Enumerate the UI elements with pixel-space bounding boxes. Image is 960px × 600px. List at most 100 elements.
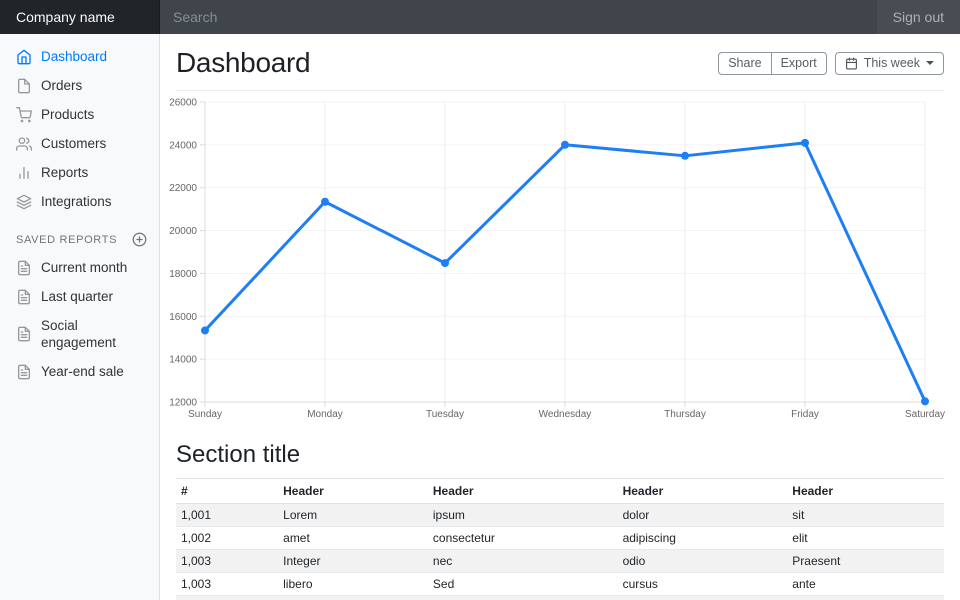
data-table: #HeaderHeaderHeaderHeader 1,001Loremipsu…: [176, 478, 944, 600]
table-cell: adipiscing: [618, 527, 788, 550]
table-cell: sit: [787, 504, 944, 527]
nav-label: Orders: [41, 77, 82, 94]
chart-point: [441, 259, 449, 267]
x-axis-label: Wednesday: [539, 409, 592, 420]
page-header: Dashboard Share Export This week: [176, 34, 944, 91]
share-export-group: Share Export: [718, 52, 827, 75]
x-axis-label: Saturday: [905, 409, 945, 420]
file-text-icon: [16, 326, 32, 342]
table-cell: 1,003: [176, 550, 278, 573]
table-cell: dapibus: [278, 596, 428, 600]
y-axis-label: 26000: [169, 98, 197, 109]
sidebar-item-products[interactable]: Products: [0, 100, 160, 129]
nav-label: Year-end sale: [41, 363, 124, 380]
saved-report-year-end-sale[interactable]: Year-end sale: [0, 357, 160, 386]
home-icon: [16, 49, 32, 65]
chart-point: [201, 326, 209, 334]
nav-label: Current month: [41, 259, 127, 276]
table-cell: libero: [278, 573, 428, 596]
chart-point: [561, 141, 569, 149]
signout-link[interactable]: Sign out: [877, 0, 960, 34]
y-axis-label: 18000: [169, 269, 197, 280]
table-cell: 1,003: [176, 573, 278, 596]
main-content: Dashboard Share Export This week 2600024…: [160, 34, 960, 600]
nav-label: Dashboard: [41, 48, 107, 65]
revenue-chart: 2600024000220002000018000160001400012000…: [176, 93, 944, 427]
table-row: 1,003IntegernecodioPraesent: [176, 550, 944, 573]
table-row: 1,004dapibusdiamSednisi: [176, 596, 944, 600]
page-title: Dashboard: [176, 47, 310, 79]
cart-icon: [16, 107, 32, 123]
table-cell: ipsum: [428, 504, 618, 527]
table-cell: ante: [787, 573, 944, 596]
sidebar-item-orders[interactable]: Orders: [0, 71, 160, 100]
table-cell: 1,004: [176, 596, 278, 600]
y-axis-label: 16000: [169, 312, 197, 323]
add-report-button[interactable]: [132, 232, 147, 247]
y-axis-label: 12000: [169, 398, 197, 409]
sidebar-item-dashboard[interactable]: Dashboard: [0, 42, 160, 71]
top-navbar: Company name Sign out: [0, 0, 960, 34]
table-header-cell: Header: [428, 479, 618, 504]
search-input[interactable]: [160, 0, 877, 34]
calendar-icon: [845, 57, 858, 70]
table-cell: elit: [787, 527, 944, 550]
nav-label: Social engagement: [41, 317, 144, 351]
saved-report-last-quarter[interactable]: Last quarter: [0, 282, 160, 311]
chart-point: [321, 198, 329, 206]
export-button[interactable]: Export: [771, 52, 827, 75]
file-text-icon: [16, 260, 32, 276]
chart-point: [681, 152, 689, 160]
x-axis-label: Thursday: [664, 409, 706, 420]
sidebar-item-customers[interactable]: Customers: [0, 129, 160, 158]
y-axis-label: 14000: [169, 355, 197, 366]
table-header-cell: #: [176, 479, 278, 504]
saved-reports-heading: Saved reports: [0, 216, 160, 253]
table-cell: 1,001: [176, 504, 278, 527]
table-header-row: #HeaderHeaderHeaderHeader: [176, 479, 944, 504]
saved-reports-label: Saved reports: [16, 234, 117, 246]
x-axis-label: Tuesday: [426, 409, 464, 420]
table-header-cell: Header: [618, 479, 788, 504]
table-cell: cursus: [618, 573, 788, 596]
plus-circle-icon: [132, 232, 147, 247]
table-cell: Integer: [278, 550, 428, 573]
y-axis-label: 20000: [169, 226, 197, 237]
y-axis-label: 22000: [169, 183, 197, 194]
sidebar-item-reports[interactable]: Reports: [0, 158, 160, 187]
table-cell: nec: [428, 550, 618, 573]
table-cell: dolor: [618, 504, 788, 527]
nav-label: Customers: [41, 135, 106, 152]
table-cell: consectetur: [428, 527, 618, 550]
date-range-dropdown[interactable]: This week: [835, 52, 944, 75]
table-row: 1,003liberoSedcursusante: [176, 573, 944, 596]
saved-reports-nav: Current month Last quarter Social engageme…: [0, 253, 160, 386]
x-axis-label: Friday: [791, 409, 819, 420]
share-button[interactable]: Share: [718, 52, 771, 75]
table-cell: odio: [618, 550, 788, 573]
section-title: Section title: [176, 441, 944, 469]
table-cell: 1,002: [176, 527, 278, 550]
x-axis-label: Sunday: [188, 409, 222, 420]
saved-report-social-engagement[interactable]: Social engagement: [0, 311, 160, 357]
toolbar: Share Export This week: [718, 52, 944, 75]
table-cell: Praesent: [787, 550, 944, 573]
table-header-cell: Header: [278, 479, 428, 504]
nav-label: Last quarter: [41, 288, 113, 305]
saved-report-current-month[interactable]: Current month: [0, 253, 160, 282]
nav-label: Integrations: [41, 193, 112, 210]
nav-label: Reports: [41, 164, 88, 181]
users-icon: [16, 136, 32, 152]
sidebar: Dashboard Orders Products Customers Reports I…: [0, 34, 160, 600]
file-icon: [16, 78, 32, 94]
table-cell: Sed: [618, 596, 788, 600]
caret-down-icon: [926, 61, 934, 65]
brand-link[interactable]: Company name: [0, 0, 160, 34]
chart-point: [921, 397, 929, 405]
file-text-icon: [16, 364, 32, 380]
sidebar-item-integrations[interactable]: Integrations: [0, 187, 160, 216]
bar-chart-icon: [16, 165, 32, 181]
table-cell: diam: [428, 596, 618, 600]
table-cell: amet: [278, 527, 428, 550]
sidebar-nav: Dashboard Orders Products Customers Reports I…: [0, 42, 160, 216]
